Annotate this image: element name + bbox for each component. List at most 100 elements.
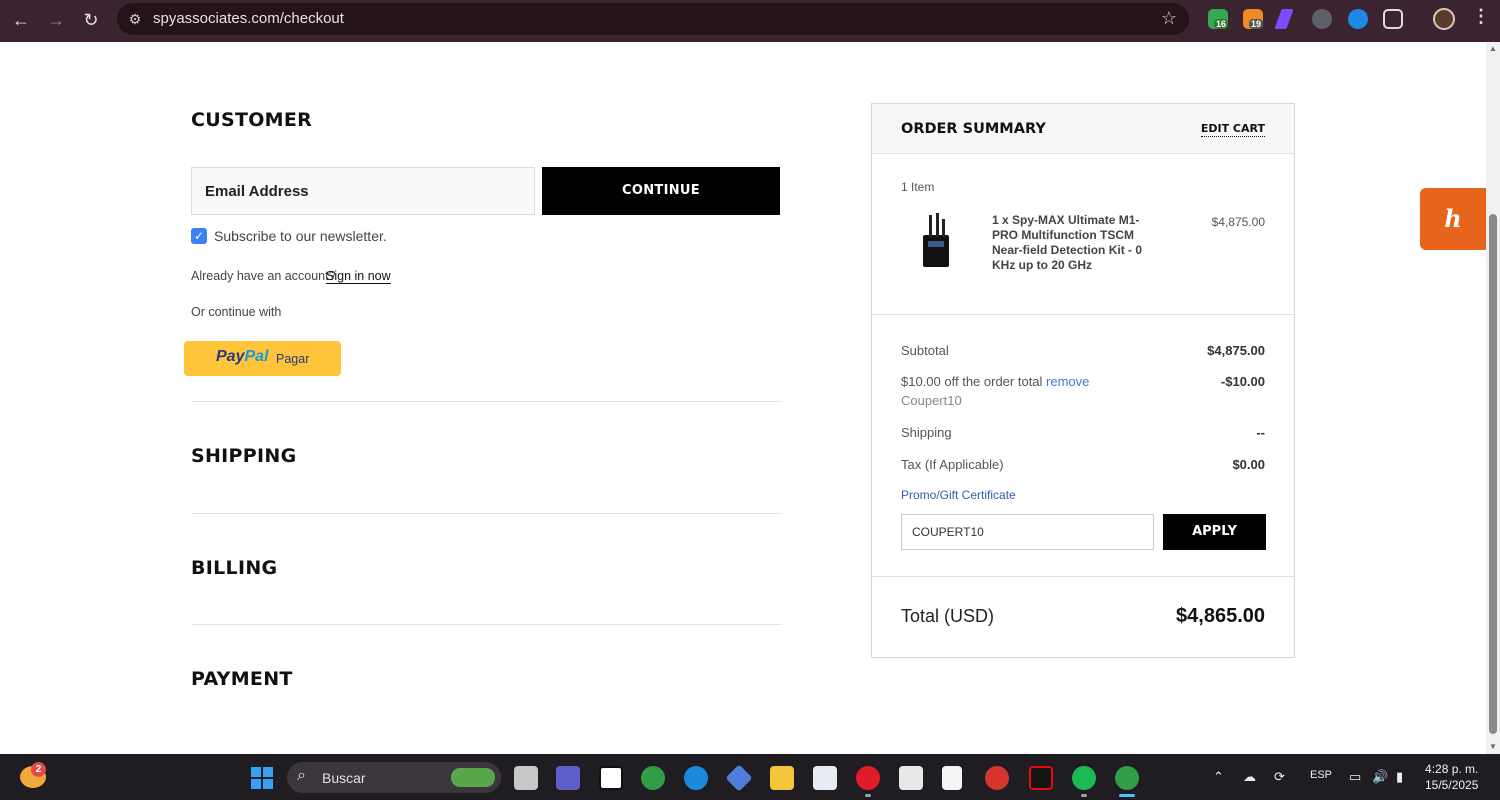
extension-badge: 19 (1249, 19, 1264, 29)
notion-icon[interactable] (599, 766, 623, 790)
discount-row: $10.00 off the order total remove (901, 374, 1089, 389)
weather-badge: 2 (31, 762, 46, 777)
item-count: 1 Item (901, 180, 935, 194)
notepad-icon[interactable] (942, 766, 962, 790)
tray-chevron-icon[interactable]: ⌃ (1213, 769, 1224, 785)
battery-icon[interactable]: ▮ (1396, 769, 1403, 785)
promo-code-value: COUPERT10 (912, 525, 984, 539)
email-placeholder: Email Address (205, 183, 309, 200)
back-arrow-icon[interactable]: ← (8, 7, 34, 33)
total-label: Total (USD) (901, 606, 995, 626)
billing-heading[interactable]: BILLING (191, 557, 277, 579)
ms-store-icon[interactable] (899, 766, 923, 790)
tax-value: $0.00 (1232, 457, 1265, 472)
honey-extension-button[interactable]: h (1420, 188, 1486, 250)
windows-start-icon[interactable] (251, 767, 273, 789)
account-prompt: Already have an account? (191, 269, 336, 283)
section-divider (191, 624, 781, 625)
shipping-heading[interactable]: SHIPPING (191, 445, 296, 467)
spotify-icon[interactable] (1072, 766, 1096, 790)
search-highlight-icon (451, 768, 495, 787)
newsletter-checkbox[interactable]: ✓ (191, 228, 207, 244)
running-indicator (1081, 794, 1087, 797)
product-name[interactable]: 1 x Spy-MAX Ultimate M1- PRO Multifuncti… (992, 213, 1167, 273)
extension-badge: 16 (1214, 19, 1229, 29)
amazon-icon[interactable] (813, 766, 837, 790)
payment-heading[interactable]: PAYMENT (191, 668, 293, 690)
summary-divider (872, 576, 1294, 577)
sign-in-link[interactable]: Sign in now (326, 269, 391, 284)
url-text[interactable]: spyassociates.com/checkout (153, 10, 344, 27)
browser-toolbar: ← → ↻ ⚙ spyassociates.com/checkout ☆ 16 … (0, 0, 1500, 42)
paypal-button[interactable]: PayPal Pagar (184, 341, 341, 376)
shazam-extension-icon[interactable] (1348, 9, 1368, 29)
opera-icon[interactable] (856, 766, 880, 790)
page-scrollbar[interactable]: ▲ ▼ (1486, 42, 1500, 754)
checkout-page: CUSTOMER Email Address CONTINUE ✓ Subscr… (0, 42, 1486, 754)
subtotal-value: $4,875.00 (1207, 343, 1265, 358)
discount-value: -$10.00 (1220, 374, 1265, 389)
scrollbar-thumb[interactable] (1489, 214, 1497, 734)
scroll-up-icon[interactable]: ▲ (1488, 44, 1498, 53)
extensions-puzzle-icon[interactable] (1383, 9, 1403, 29)
promo-gift-link[interactable]: Promo/Gift Certificate (901, 488, 1016, 502)
wps-icon[interactable] (985, 766, 1009, 790)
system-clock[interactable]: 4:28 p. m. 15/5/2025 (1425, 761, 1478, 793)
clock-time: 4:28 p. m. (1425, 762, 1479, 776)
address-bar[interactable]: ⚙ spyassociates.com/checkout ☆ (117, 3, 1189, 35)
file-explorer-icon[interactable] (770, 766, 794, 790)
order-summary: ORDER SUMMARY EDIT CART 1 Item 1 x Spy-M… (871, 103, 1295, 658)
copilot-icon[interactable] (725, 764, 753, 792)
taskbar-search-label: Buscar (322, 770, 366, 786)
newsletter-label: Subscribe to our newsletter. (214, 228, 387, 244)
profile-avatar[interactable] (1433, 8, 1455, 30)
browser-menu-icon[interactable]: ⋮ (1472, 6, 1490, 27)
subtotal-label: Subtotal (901, 343, 949, 358)
forward-arrow-icon[interactable]: → (43, 7, 69, 33)
email-field[interactable]: Email Address (191, 167, 535, 215)
task-view-icon[interactable] (514, 766, 538, 790)
product-price: $4,875.00 (1211, 215, 1265, 229)
continue-button[interactable]: CONTINUE (542, 167, 780, 215)
clock-date: 15/5/2025 (1425, 778, 1479, 792)
coupon-code: Coupert10 (901, 393, 962, 408)
product-image (923, 213, 949, 267)
taskbar-search[interactable]: ⌕ Buscar (287, 762, 501, 793)
apply-button[interactable]: APPLY (1163, 514, 1266, 550)
promo-code-input[interactable]: COUPERT10 (901, 514, 1154, 550)
total-value: $4,865.00 (1176, 605, 1265, 627)
edit-cart-link[interactable]: EDIT CART (1200, 122, 1265, 137)
shipping-value: -- (1256, 425, 1265, 440)
teams-icon[interactable] (556, 766, 580, 790)
onedrive-icon[interactable]: ☁ (1243, 769, 1256, 785)
order-summary-header: ORDER SUMMARY EDIT CART (872, 104, 1294, 154)
customer-heading: CUSTOMER (191, 109, 313, 131)
volume-icon[interactable]: 🔊 (1372, 769, 1388, 785)
network-icon[interactable]: ▭ (1349, 769, 1361, 785)
chrome-icon[interactable] (641, 766, 665, 790)
language-indicator[interactable]: ESP (1310, 769, 1332, 781)
edge-icon[interactable] (684, 766, 708, 790)
section-divider (191, 513, 781, 514)
scroll-down-icon[interactable]: ▼ (1488, 742, 1498, 751)
robot-extension-icon[interactable] (1312, 9, 1332, 29)
reload-icon[interactable]: ↻ (78, 7, 104, 33)
discount-label: $10.00 off the order total (901, 374, 1043, 389)
paypal-action-label: Pagar (276, 352, 310, 366)
or-continue-label: Or continue with (191, 305, 282, 319)
chrome-profile-icon[interactable] (1115, 766, 1139, 790)
sync-icon[interactable]: ⟳ (1274, 769, 1285, 785)
windows-taskbar: 2 ⌕ Buscar ⌃ ☁ ⟳ ESP ▭ 🔊 ▮ 4:28 p. m. 15… (0, 754, 1500, 800)
search-icon: ⌕ (297, 767, 306, 784)
remove-discount-link[interactable]: remove (1046, 374, 1089, 389)
site-settings-icon[interactable]: ⚙ (125, 9, 145, 29)
paypal-logo: PayPal (216, 348, 269, 365)
active-indicator (1119, 794, 1135, 797)
bookmark-star-icon[interactable]: ☆ (1161, 8, 1177, 29)
running-indicator (865, 794, 871, 797)
section-divider (191, 401, 781, 402)
tax-label: Tax (If Applicable) (901, 457, 1004, 472)
netflix-icon[interactable] (1029, 766, 1053, 790)
feather-extension-icon[interactable] (1274, 9, 1294, 29)
summary-divider (872, 314, 1294, 315)
